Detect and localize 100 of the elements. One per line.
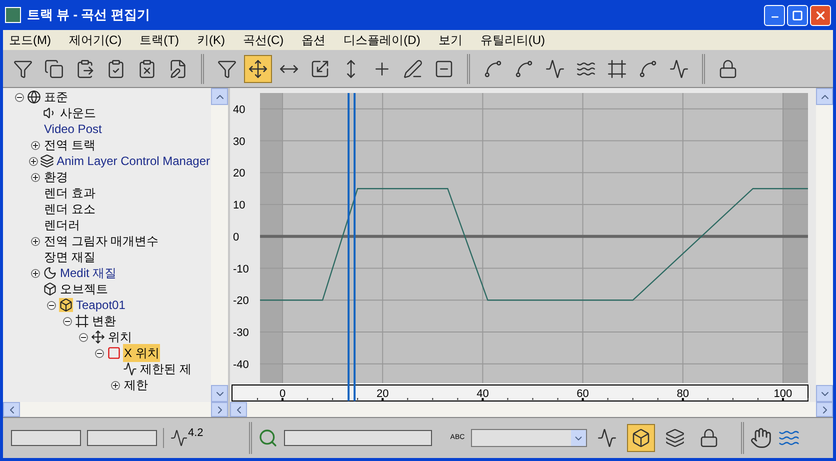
- value-curve[interactable]: [260, 188, 808, 301]
- horizontal-scrollbar[interactable]: [3, 402, 228, 417]
- tree-item[interactable]: 전역 그림자 매개변수: [43, 232, 160, 250]
- collapse-toggle[interactable]: [14, 92, 24, 102]
- tree-item[interactable]: 제한된 제: [139, 360, 192, 378]
- frame-label: 40: [476, 388, 489, 400]
- minimize-button[interactable]: [764, 4, 785, 26]
- frame-label: 100: [774, 388, 792, 400]
- track-edit-icon: [168, 58, 188, 78]
- filter-icon: [217, 58, 237, 78]
- maximize-icon: [792, 10, 803, 20]
- tree-item[interactable]: 장면 재질: [43, 248, 96, 266]
- toolbar-button[interactable]: [244, 54, 272, 82]
- time-slider-line[interactable]: [354, 93, 356, 401]
- axis-label: -20: [233, 295, 249, 308]
- axis-label: 40: [233, 104, 246, 116]
- track-cross-icon: [137, 58, 157, 78]
- collapse-toggle[interactable]: [94, 348, 104, 358]
- menu-item[interactable]: 보기: [438, 31, 462, 49]
- tree-item[interactable]: 렌더 효과: [43, 184, 96, 202]
- frame-label: 80: [676, 388, 689, 400]
- tree-item[interactable]: Video Post: [43, 120, 103, 138]
- zoom-icon[interactable]: [258, 428, 278, 448]
- expand-toggle[interactable]: [30, 268, 40, 278]
- close-button[interactable]: [810, 4, 831, 26]
- tree-item[interactable]: 환경: [43, 168, 69, 186]
- axis-label: 30: [233, 136, 246, 148]
- curve-filter-icon: [596, 428, 617, 448]
- tree-item[interactable]: 제한: [123, 376, 149, 394]
- curve-icon: [170, 429, 188, 447]
- frame-label: 20: [376, 388, 389, 400]
- layer-icon: [40, 154, 54, 168]
- expand-toggle[interactable]: [30, 236, 40, 246]
- collapse-toggle[interactable]: [46, 300, 56, 310]
- cube-filter-icon: [630, 428, 651, 448]
- axis-label: 0: [233, 231, 240, 244]
- vertical-scrollbar[interactable]: [816, 88, 833, 402]
- tree-item[interactable]: 사운드: [59, 104, 97, 122]
- tree-item[interactable]: Medit 재질: [59, 264, 118, 282]
- plus-icon: [32, 174, 38, 180]
- time-slider-line[interactable]: [348, 93, 350, 401]
- pan-icon[interactable]: [750, 427, 772, 449]
- horizontal-scrollbar[interactable]: [230, 402, 833, 417]
- value-readout: 4.2: [188, 426, 204, 441]
- menu-item[interactable]: 제어기(C): [69, 31, 122, 49]
- menu-item[interactable]: 유틸리티(U): [480, 31, 546, 49]
- move-icon: [91, 330, 105, 344]
- copy-track-icon: [44, 58, 64, 78]
- curve-graph[interactable]: 40 30 20 10 0 -10 -20 -30 -40 0 20 40 60 80 100: [230, 88, 816, 402]
- menu-item[interactable]: 키(K): [197, 31, 225, 49]
- plus-icon: [32, 238, 38, 244]
- curve-icon: [123, 362, 137, 376]
- tree-item[interactable]: 오브젝트: [59, 280, 109, 298]
- paste-track-icon: [75, 58, 95, 78]
- expand-toggle[interactable]: [110, 380, 120, 390]
- tree-item[interactable]: Anim Layer Control Manager: [56, 152, 211, 170]
- tree-item[interactable]: 변환: [91, 312, 117, 330]
- axis-label: -40: [233, 358, 249, 371]
- vertical-scrollbar[interactable]: [211, 88, 228, 402]
- tree-item[interactable]: 표준: [43, 88, 69, 106]
- menu-item[interactable]: 트랙(T): [140, 31, 179, 49]
- move-icon: [248, 58, 268, 78]
- scale-keys-icon: [310, 58, 330, 78]
- tree-item[interactable]: X 위치: [123, 344, 160, 362]
- tree-item[interactable]: 렌더러: [43, 216, 81, 234]
- plus-icon: [30, 158, 37, 164]
- axis-label: 20: [233, 168, 246, 180]
- tree-item[interactable]: 전역 트랙: [43, 136, 96, 154]
- input-field[interactable]: [87, 430, 157, 446]
- track-check-icon: [106, 58, 126, 78]
- close-icon: [814, 8, 827, 22]
- expand-toggle[interactable]: [30, 140, 40, 150]
- maximize-button[interactable]: [787, 4, 808, 26]
- expand-toggle[interactable]: [30, 172, 40, 182]
- tree-item[interactable]: 렌더 요소: [43, 200, 96, 218]
- time-ruler[interactable]: [232, 384, 808, 402]
- axis-label: -30: [233, 327, 249, 339]
- window-title: 트랙 뷰 - 곡선 편집기: [27, 6, 151, 24]
- collapse-toggle[interactable]: [62, 316, 72, 326]
- collapse-toggle[interactable]: [78, 332, 88, 342]
- filter-button[interactable]: [626, 424, 655, 452]
- lock-icon: [718, 58, 738, 78]
- input-field[interactable]: [284, 430, 432, 446]
- draw-curve-icon: [403, 58, 423, 78]
- globe-icon: [27, 90, 41, 104]
- plus-icon: [112, 382, 118, 388]
- axis-label: -10: [233, 263, 249, 276]
- menu-item[interactable]: 디스플레이(D): [344, 31, 420, 49]
- tree-item[interactable]: Teapot01: [75, 296, 126, 314]
- menu-item[interactable]: 곡선(C): [243, 31, 284, 49]
- menu-item[interactable]: 모드(M): [9, 31, 51, 49]
- minus-square-icon: [434, 58, 454, 78]
- menu-item[interactable]: 옵션: [302, 31, 326, 49]
- app-icon: [5, 7, 21, 23]
- input-field[interactable]: [11, 430, 81, 446]
- dropdown[interactable]: [470, 429, 587, 447]
- plus-icon: [32, 142, 38, 148]
- frame-label: 0: [279, 388, 286, 400]
- expand-toggle[interactable]: [28, 156, 38, 166]
- tree-item[interactable]: 위치: [107, 328, 133, 346]
